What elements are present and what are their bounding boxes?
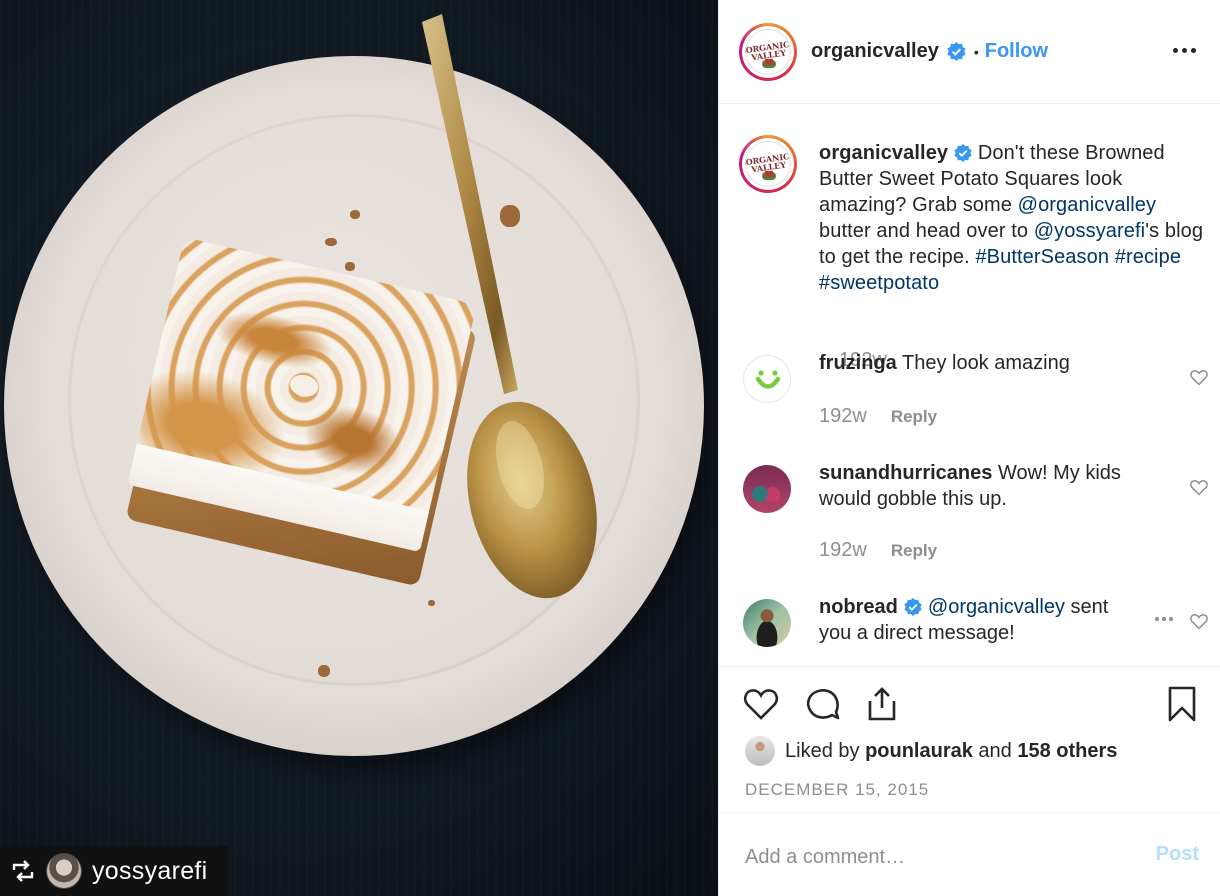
mention-link[interactable]: @organicvalley — [928, 596, 1065, 618]
verified-badge-icon — [904, 598, 922, 616]
header-username[interactable]: organicvalley — [811, 40, 939, 63]
header-separator: • — [973, 43, 979, 60]
mention-link[interactable]: @yossyarefi — [1034, 220, 1145, 242]
like-comment-heart-icon[interactable] — [1189, 477, 1209, 497]
comment-text: nobread @organicvalley sent you a direct… — [819, 596, 1109, 644]
commenter-avatar[interactable] — [743, 599, 791, 647]
commenter-avatar[interactable] — [743, 465, 791, 513]
comment-text: sunandhurricanes Wow! My kids would gobb… — [819, 462, 1121, 510]
post-photo[interactable]: yossyarefi — [0, 0, 718, 896]
comment-username[interactable]: nobread — [819, 596, 898, 618]
comment-username[interactable]: sunandhurricanes — [819, 462, 992, 484]
comment-timestamp[interactable]: 192w — [819, 405, 867, 428]
caption-username[interactable]: organicvalley — [819, 142, 948, 164]
hashtag-link[interactable]: #recipe — [1115, 246, 1181, 268]
mention-link[interactable]: @organicvalley — [1018, 194, 1156, 216]
likes-others-link[interactable]: 158 others — [1017, 740, 1117, 763]
liker-username[interactable]: pounlaurak — [865, 740, 973, 763]
likes-summary[interactable]: Liked by pounlaurak and 158 others — [745, 736, 1117, 766]
share-icon[interactable] — [862, 684, 902, 724]
hashtag-link[interactable]: #sweetpotato — [819, 272, 939, 294]
liker-avatar — [745, 736, 775, 766]
comment-username[interactable]: fruzinga — [819, 352, 897, 374]
organic-valley-logo: ORGANIC VALLEY — [745, 28, 791, 75]
post-header: ORGANIC VALLEY organicvalley • Follow — [719, 0, 1220, 104]
verified-badge-icon — [947, 42, 966, 61]
reply-button[interactable]: Reply — [891, 541, 937, 561]
add-comment-input[interactable] — [745, 843, 1125, 871]
post-date[interactable]: DECEMBER 15, 2015 — [745, 780, 929, 800]
comments-list[interactable]: ORGANIC VALLEY organicvalley Don't these… — [719, 105, 1220, 667]
smile-logo-icon — [755, 370, 781, 389]
hashtag-link[interactable]: #ButterSeason — [975, 246, 1109, 268]
comment-bubble-icon[interactable] — [803, 684, 843, 724]
post-sidebar: ORGANIC VALLEY organicvalley • Follow OR… — [718, 0, 1220, 896]
crumb — [350, 210, 360, 219]
crumb — [345, 262, 355, 271]
post-comment-button[interactable]: Post — [1156, 843, 1199, 866]
comment-form: Post — [719, 812, 1220, 896]
bookmark-icon[interactable] — [1163, 684, 1203, 724]
crumb — [325, 238, 337, 246]
organic-valley-logo: ORGANIC VALLEY — [745, 141, 791, 187]
crumb — [318, 665, 330, 677]
verified-badge-icon — [954, 144, 972, 162]
comment-text: fruzinga They look amazing — [819, 352, 1070, 374]
regram-username: yossyarefi — [92, 856, 208, 885]
gold-spoon — [422, 14, 597, 599]
reply-button[interactable]: Reply — [891, 407, 937, 427]
caption-text: organicvalley Don't these Browned Butter… — [819, 142, 1204, 294]
like-comment-heart-icon[interactable] — [1189, 367, 1209, 387]
comment-options-icon[interactable] — [1155, 617, 1173, 621]
regram-avatar — [46, 853, 82, 889]
regram-credit[interactable]: yossyarefi — [0, 846, 228, 896]
comment-timestamp[interactable]: 192w — [819, 539, 867, 562]
caption-avatar[interactable]: ORGANIC VALLEY — [739, 135, 797, 193]
profile-avatar[interactable]: ORGANIC VALLEY — [739, 22, 797, 81]
repost-icon — [12, 860, 34, 882]
like-comment-heart-icon[interactable] — [1189, 611, 1209, 631]
commenter-avatar[interactable] — [743, 355, 791, 403]
follow-button[interactable]: Follow — [985, 40, 1048, 63]
more-options-icon[interactable] — [1173, 40, 1199, 60]
like-heart-icon[interactable] — [741, 684, 781, 724]
